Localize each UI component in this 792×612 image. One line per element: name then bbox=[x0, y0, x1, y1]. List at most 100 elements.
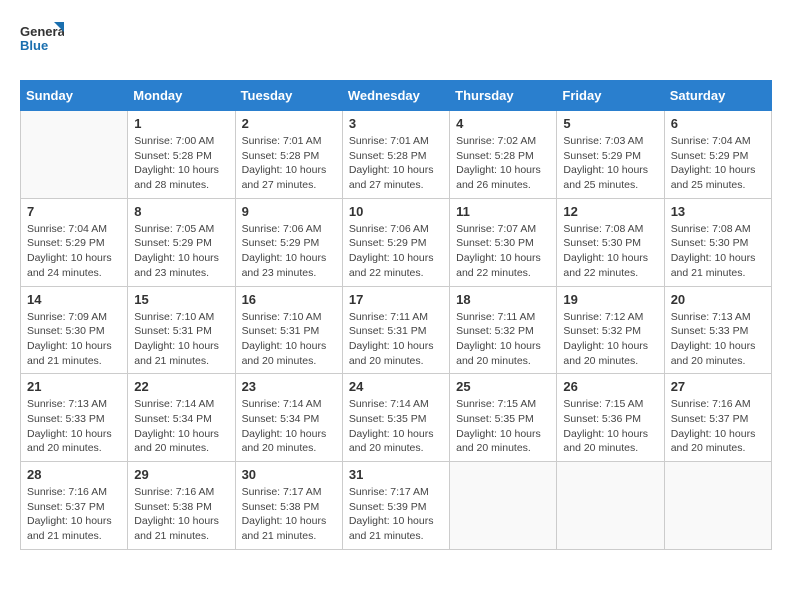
calendar-cell: 15 Sunrise: 7:10 AMSunset: 5:31 PMDayligh… bbox=[128, 286, 235, 374]
calendar-cell bbox=[664, 462, 771, 550]
day-number: 1 bbox=[134, 116, 228, 131]
day-number: 9 bbox=[242, 204, 336, 219]
calendar-cell: 11 Sunrise: 7:07 AMSunset: 5:30 PMDayligh… bbox=[450, 198, 557, 286]
weekday-header-monday: Monday bbox=[128, 81, 235, 111]
day-info: Sunrise: 7:04 AMSunset: 5:29 PMDaylight:… bbox=[27, 222, 121, 281]
calendar-cell: 22 Sunrise: 7:14 AMSunset: 5:34 PMDayligh… bbox=[128, 374, 235, 462]
logo-container: General Blue bbox=[20, 20, 64, 60]
calendar-cell: 10 Sunrise: 7:06 AMSunset: 5:29 PMDayligh… bbox=[342, 198, 449, 286]
calendar-cell: 6Sunrise: 7:04 AMSunset: 5:29 PMDaylight… bbox=[664, 111, 771, 199]
page-header: General Blue bbox=[20, 20, 772, 70]
calendar-cell: 3 Sunrise: 7:01 AMSunset: 5:28 PMDaylight… bbox=[342, 111, 449, 199]
calendar-week-1: 1 Sunrise: 7:00 AMSunset: 5:28 PMDaylight… bbox=[21, 111, 772, 199]
calendar-cell: 30 Sunrise: 7:17 AMSunset: 5:38 PMDayligh… bbox=[235, 462, 342, 550]
day-info: Sunrise: 7:01 AMSunset: 5:28 PMDaylight:… bbox=[242, 134, 336, 193]
weekday-header-tuesday: Tuesday bbox=[235, 81, 342, 111]
calendar-cell: 19Sunrise: 7:12 AMSunset: 5:32 PMDayligh… bbox=[557, 286, 664, 374]
day-info: Sunrise: 7:15 AMSunset: 5:36 PMDaylight:… bbox=[563, 397, 657, 456]
svg-text:Blue: Blue bbox=[20, 38, 48, 53]
day-number: 16 bbox=[242, 292, 336, 307]
day-info: Sunrise: 7:11 AMSunset: 5:31 PMDaylight:… bbox=[349, 310, 443, 369]
calendar-cell: 12 Sunrise: 7:08 AMSunset: 5:30 PMDayligh… bbox=[557, 198, 664, 286]
calendar-cell bbox=[557, 462, 664, 550]
day-info: Sunrise: 7:16 AMSunset: 5:37 PMDaylight:… bbox=[27, 485, 121, 544]
day-info: Sunrise: 7:03 AMSunset: 5:29 PMDaylight:… bbox=[563, 134, 657, 193]
calendar-week-4: 21Sunrise: 7:13 AMSunset: 5:33 PMDayligh… bbox=[21, 374, 772, 462]
logo-icon: General Blue bbox=[20, 20, 64, 60]
day-info: Sunrise: 7:12 AMSunset: 5:32 PMDaylight:… bbox=[563, 310, 657, 369]
calendar-header-row: SundayMondayTuesdayWednesdayThursdayFrid… bbox=[21, 81, 772, 111]
day-number: 18 bbox=[456, 292, 550, 307]
day-number: 13 bbox=[671, 204, 765, 219]
day-info: Sunrise: 7:14 AMSunset: 5:34 PMDaylight:… bbox=[134, 397, 228, 456]
day-info: Sunrise: 7:07 AMSunset: 5:30 PMDaylight:… bbox=[456, 222, 550, 281]
calendar-cell bbox=[21, 111, 128, 199]
day-info: Sunrise: 7:04 AMSunset: 5:29 PMDaylight:… bbox=[671, 134, 765, 193]
day-info: Sunrise: 7:06 AMSunset: 5:29 PMDaylight:… bbox=[242, 222, 336, 281]
day-info: Sunrise: 7:11 AMSunset: 5:32 PMDaylight:… bbox=[456, 310, 550, 369]
day-number: 26 bbox=[563, 379, 657, 394]
day-info: Sunrise: 7:13 AMSunset: 5:33 PMDaylight:… bbox=[27, 397, 121, 456]
day-number: 12 bbox=[563, 204, 657, 219]
calendar-cell: 24Sunrise: 7:14 AMSunset: 5:35 PMDayligh… bbox=[342, 374, 449, 462]
day-info: Sunrise: 7:17 AMSunset: 5:39 PMDaylight:… bbox=[349, 485, 443, 544]
day-info: Sunrise: 7:17 AMSunset: 5:38 PMDaylight:… bbox=[242, 485, 336, 544]
day-info: Sunrise: 7:10 AMSunset: 5:31 PMDaylight:… bbox=[242, 310, 336, 369]
day-info: Sunrise: 7:14 AMSunset: 5:35 PMDaylight:… bbox=[349, 397, 443, 456]
day-number: 11 bbox=[456, 204, 550, 219]
day-number: 29 bbox=[134, 467, 228, 482]
calendar-cell: 13 Sunrise: 7:08 AMSunset: 5:30 PMDayligh… bbox=[664, 198, 771, 286]
day-info: Sunrise: 7:05 AMSunset: 5:29 PMDaylight:… bbox=[134, 222, 228, 281]
day-info: Sunrise: 7:16 AMSunset: 5:37 PMDaylight:… bbox=[671, 397, 765, 456]
day-number: 3 bbox=[349, 116, 443, 131]
weekday-header-friday: Friday bbox=[557, 81, 664, 111]
calendar-cell: 25Sunrise: 7:15 AMSunset: 5:35 PMDayligh… bbox=[450, 374, 557, 462]
day-info: Sunrise: 7:10 AMSunset: 5:31 PMDaylight:… bbox=[134, 310, 228, 369]
calendar-cell: 5 Sunrise: 7:03 AMSunset: 5:29 PMDaylight… bbox=[557, 111, 664, 199]
calendar-cell: 29 Sunrise: 7:16 AMSunset: 5:38 PMDayligh… bbox=[128, 462, 235, 550]
calendar-cell: 21Sunrise: 7:13 AMSunset: 5:33 PMDayligh… bbox=[21, 374, 128, 462]
calendar-cell: 17 Sunrise: 7:11 AMSunset: 5:31 PMDayligh… bbox=[342, 286, 449, 374]
day-number: 8 bbox=[134, 204, 228, 219]
day-number: 17 bbox=[349, 292, 443, 307]
calendar-cell: 18 Sunrise: 7:11 AMSunset: 5:32 PMDayligh… bbox=[450, 286, 557, 374]
day-info: Sunrise: 7:00 AMSunset: 5:28 PMDaylight:… bbox=[134, 134, 228, 193]
day-number: 10 bbox=[349, 204, 443, 219]
day-number: 22 bbox=[134, 379, 228, 394]
day-info: Sunrise: 7:06 AMSunset: 5:29 PMDaylight:… bbox=[349, 222, 443, 281]
day-number: 5 bbox=[563, 116, 657, 131]
day-number: 15 bbox=[134, 292, 228, 307]
calendar-cell: 14 Sunrise: 7:09 AMSunset: 5:30 PMDayligh… bbox=[21, 286, 128, 374]
day-info: Sunrise: 7:01 AMSunset: 5:28 PMDaylight:… bbox=[349, 134, 443, 193]
calendar-cell: 31 Sunrise: 7:17 AMSunset: 5:39 PMDayligh… bbox=[342, 462, 449, 550]
calendar-cell: 2Sunrise: 7:01 AMSunset: 5:28 PMDaylight… bbox=[235, 111, 342, 199]
calendar-body: 1 Sunrise: 7:00 AMSunset: 5:28 PMDaylight… bbox=[21, 111, 772, 550]
day-number: 20 bbox=[671, 292, 765, 307]
day-info: Sunrise: 7:13 AMSunset: 5:33 PMDaylight:… bbox=[671, 310, 765, 369]
day-number: 25 bbox=[456, 379, 550, 394]
svg-text:General: General bbox=[20, 24, 64, 39]
calendar-cell: 23Sunrise: 7:14 AMSunset: 5:34 PMDayligh… bbox=[235, 374, 342, 462]
day-number: 30 bbox=[242, 467, 336, 482]
day-info: Sunrise: 7:09 AMSunset: 5:30 PMDaylight:… bbox=[27, 310, 121, 369]
calendar-cell: 16 Sunrise: 7:10 AMSunset: 5:31 PMDayligh… bbox=[235, 286, 342, 374]
day-info: Sunrise: 7:14 AMSunset: 5:34 PMDaylight:… bbox=[242, 397, 336, 456]
calendar-cell: 4Sunrise: 7:02 AMSunset: 5:28 PMDaylight… bbox=[450, 111, 557, 199]
calendar-cell: 7 Sunrise: 7:04 AMSunset: 5:29 PMDaylight… bbox=[21, 198, 128, 286]
calendar-cell bbox=[450, 462, 557, 550]
day-info: Sunrise: 7:16 AMSunset: 5:38 PMDaylight:… bbox=[134, 485, 228, 544]
day-number: 31 bbox=[349, 467, 443, 482]
day-info: Sunrise: 7:08 AMSunset: 5:30 PMDaylight:… bbox=[671, 222, 765, 281]
day-number: 7 bbox=[27, 204, 121, 219]
calendar-week-5: 28 Sunrise: 7:16 AMSunset: 5:37 PMDayligh… bbox=[21, 462, 772, 550]
day-info: Sunrise: 7:08 AMSunset: 5:30 PMDaylight:… bbox=[563, 222, 657, 281]
day-number: 14 bbox=[27, 292, 121, 307]
logo: General Blue bbox=[20, 20, 64, 60]
weekday-header-thursday: Thursday bbox=[450, 81, 557, 111]
weekday-header-wednesday: Wednesday bbox=[342, 81, 449, 111]
day-number: 28 bbox=[27, 467, 121, 482]
calendar-week-2: 7 Sunrise: 7:04 AMSunset: 5:29 PMDaylight… bbox=[21, 198, 772, 286]
weekday-header-sunday: Sunday bbox=[21, 81, 128, 111]
calendar-cell: 20 Sunrise: 7:13 AMSunset: 5:33 PMDayligh… bbox=[664, 286, 771, 374]
calendar-cell: 26 Sunrise: 7:15 AMSunset: 5:36 PMDayligh… bbox=[557, 374, 664, 462]
